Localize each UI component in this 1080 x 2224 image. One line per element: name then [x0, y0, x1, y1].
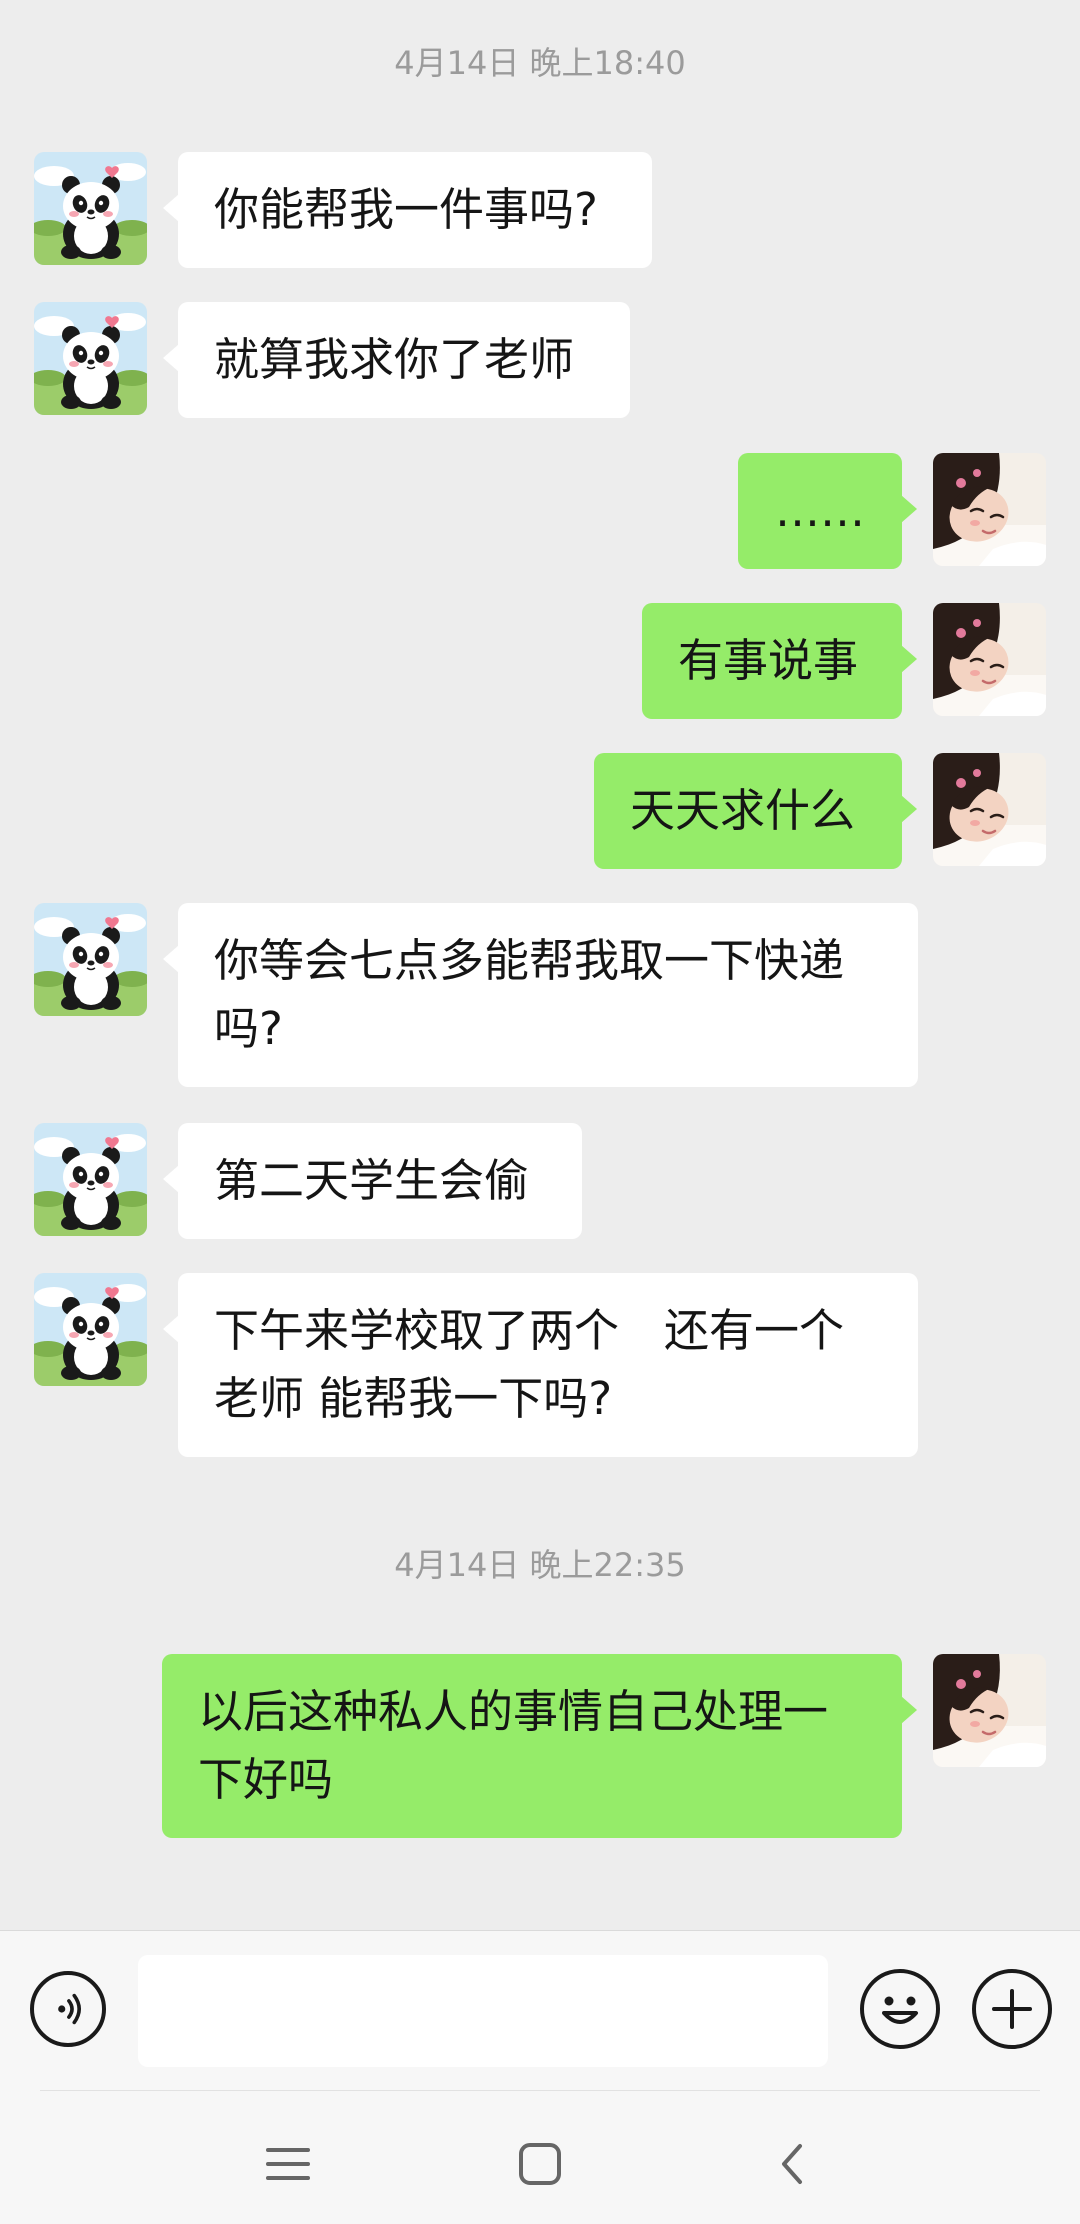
message-text: ……: [775, 484, 865, 537]
menu-icon: [266, 2148, 310, 2180]
panda-avatar[interactable]: [34, 302, 147, 415]
panda-avatar[interactable]: [34, 152, 147, 265]
chat-screen: 4月14日 晚上18:40 你能帮我一件事吗? 就算我求你了老师 …… 有事说事…: [0, 0, 1080, 2224]
message-bubble[interactable]: 你能帮我一件事吗?: [163, 152, 652, 268]
emoji-button[interactable]: [860, 1969, 940, 2049]
message-bubble[interactable]: 以后这种私人的事情自己处理一下好吗: [162, 1654, 917, 1838]
navigation-bar: [0, 2090, 1080, 2224]
message-bubble[interactable]: 天天求什么: [594, 753, 917, 869]
plus-button[interactable]: [972, 1969, 1052, 2049]
timestamp: 4月14日 晚上18:40: [394, 44, 686, 82]
divider: [40, 2090, 1040, 2091]
message-bubble[interactable]: 有事说事: [642, 603, 917, 719]
message-bubble[interactable]: 你等会七点多能帮我取一下快递吗?: [163, 903, 918, 1087]
voice-icon: [58, 1993, 81, 2025]
plus-icon: [992, 1989, 1032, 2029]
message-text: 以后这种私人的事情自己处理一下好吗: [198, 1685, 829, 1806]
message-text: 天天求什么: [630, 784, 856, 837]
message-input[interactable]: [138, 1955, 828, 2067]
panda-avatar[interactable]: [34, 903, 147, 1016]
home-icon: [519, 2143, 561, 2185]
girl-avatar[interactable]: [933, 1654, 1046, 1767]
message-text: 有事说事: [678, 634, 859, 687]
girl-avatar[interactable]: [933, 753, 1046, 866]
message-bubble[interactable]: ……: [738, 453, 917, 569]
home-button[interactable]: [500, 2124, 580, 2204]
panda-avatar[interactable]: [34, 1273, 147, 1386]
back-button[interactable]: [752, 2124, 832, 2204]
girl-avatar[interactable]: [933, 453, 1046, 566]
voice-button[interactable]: [30, 1971, 106, 2047]
timestamp: 4月14日 晚上22:35: [394, 1546, 686, 1584]
message-bubble[interactable]: 就算我求你了老师: [163, 302, 630, 418]
girl-avatar[interactable]: [933, 603, 1046, 716]
message-text: 你能帮我一件事吗?: [214, 183, 598, 236]
message-bubble[interactable]: 下午来学校取了两个 还有一个老师 能帮我一下吗?: [163, 1273, 918, 1457]
menu-button[interactable]: [248, 2124, 328, 2204]
back-icon: [782, 2144, 802, 2184]
message-text: 第二天学生会偷: [214, 1154, 530, 1207]
input-bar: [0, 1930, 1080, 2090]
message-text: 你等会七点多能帮我取一下快递吗?: [214, 934, 845, 1055]
message-bubble[interactable]: 第二天学生会偷: [163, 1123, 582, 1239]
panda-avatar[interactable]: [34, 1123, 147, 1236]
emoji-icon: [882, 1996, 918, 2024]
message-text: 下午来学校取了两个 还有一个老师 能帮我一下吗?: [214, 1304, 845, 1425]
message-text: 就算我求你了老师: [214, 333, 575, 386]
